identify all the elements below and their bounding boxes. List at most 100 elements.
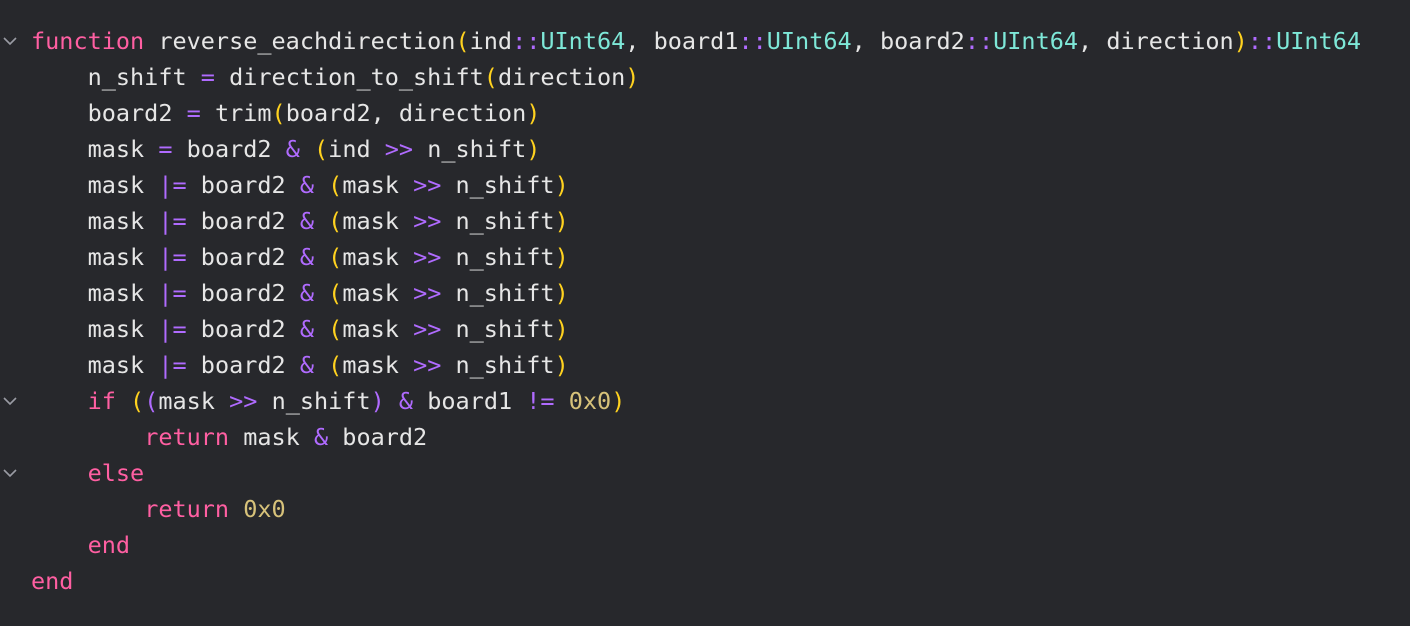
code-line[interactable]: return 0x0: [31, 491, 286, 527]
code-line[interactable]: function reverse_eachdirection(ind::UInt…: [31, 23, 1361, 59]
code-token: >>: [229, 387, 258, 415]
code-token: &: [299, 171, 314, 199]
code-token: &: [313, 423, 329, 451]
code-token: 0x0: [568, 387, 612, 415]
code-token: =: [200, 63, 215, 91]
code-token: end: [31, 567, 74, 595]
code-token: ): [526, 135, 541, 163]
code-token: n_shift: [427, 135, 527, 163]
code-token: &: [285, 135, 300, 163]
code-token: >>: [413, 315, 442, 343]
code-token: (: [328, 171, 343, 199]
code-token: ind: [469, 27, 513, 55]
code-token: &: [299, 279, 314, 307]
code-line[interactable]: mask |= board2 & (mask >> n_shift): [31, 203, 569, 239]
code-token: mask: [158, 387, 215, 415]
code-line[interactable]: mask |= board2 & (mask >> n_shift): [31, 275, 569, 311]
code-line[interactable]: return mask & board2: [31, 419, 427, 455]
fold-chevron-icon[interactable]: [0, 23, 20, 59]
code-token: ): [554, 207, 569, 235]
code-line[interactable]: n_shift = direction_to_shift(direction): [31, 59, 640, 95]
code-line[interactable]: mask = board2 & (ind >> n_shift): [31, 131, 541, 167]
code-token: ,: [370, 99, 399, 127]
code-token: UInt64: [1276, 27, 1361, 55]
code-token: UInt64: [993, 27, 1079, 55]
code-editor[interactable]: function reverse_eachdirection(ind::UInt…: [0, 0, 1410, 626]
code-token: mask: [243, 423, 300, 451]
code-token: end: [87, 531, 131, 559]
code-token: else: [87, 459, 145, 487]
code-token: board2: [186, 135, 272, 163]
code-token: board2: [342, 423, 428, 451]
code-line[interactable]: else: [31, 455, 145, 491]
code-token: 0x0: [243, 495, 286, 523]
code-token: reverse_eachdirection: [158, 27, 456, 55]
code-line[interactable]: if ((mask >> n_shift) & board1 != 0x0): [31, 383, 626, 419]
code-token: (: [483, 63, 498, 91]
code-token: mask: [342, 351, 399, 379]
code-line[interactable]: mask |= board2 & (mask >> n_shift): [31, 239, 569, 275]
code-token: (: [328, 351, 343, 379]
code-token: (: [328, 207, 343, 235]
fold-chevron-icon[interactable]: [0, 455, 20, 491]
code-line[interactable]: mask |= board2 & (mask >> n_shift): [31, 311, 569, 347]
code-token: mask: [87, 171, 145, 199]
code-token: >>: [413, 207, 442, 235]
code-line[interactable]: board2 = trim(board2, direction): [31, 95, 541, 131]
code-token: board2: [200, 315, 286, 343]
code-token: &: [299, 207, 314, 235]
code-token: ,: [1078, 27, 1107, 55]
code-token: ): [554, 315, 569, 343]
code-line[interactable]: end: [31, 527, 130, 563]
code-token: (: [328, 243, 343, 271]
code-token: mask: [87, 135, 145, 163]
code-token: (: [328, 315, 343, 343]
fold-chevron-icon[interactable]: [0, 383, 20, 419]
code-token: &: [398, 387, 414, 415]
code-token: ::: [738, 27, 767, 55]
code-token: |=: [158, 171, 187, 199]
code-token: n_shift: [455, 279, 555, 307]
code-token: UInt64: [766, 27, 852, 55]
code-line[interactable]: end: [31, 563, 73, 599]
code-token: mask: [87, 315, 145, 343]
code-token: |=: [158, 351, 187, 379]
code-line[interactable]: mask |= board2 & (mask >> n_shift): [31, 347, 569, 383]
code-token: =: [186, 99, 201, 127]
code-token: n_shift: [87, 63, 187, 91]
code-token: n_shift: [455, 243, 555, 271]
code-line[interactable]: mask |= board2 & (mask >> n_shift): [31, 167, 569, 203]
code-token: |=: [158, 315, 187, 343]
code-token: board2: [200, 279, 286, 307]
code-token: ): [1233, 27, 1248, 55]
code-token: n_shift: [455, 207, 555, 235]
